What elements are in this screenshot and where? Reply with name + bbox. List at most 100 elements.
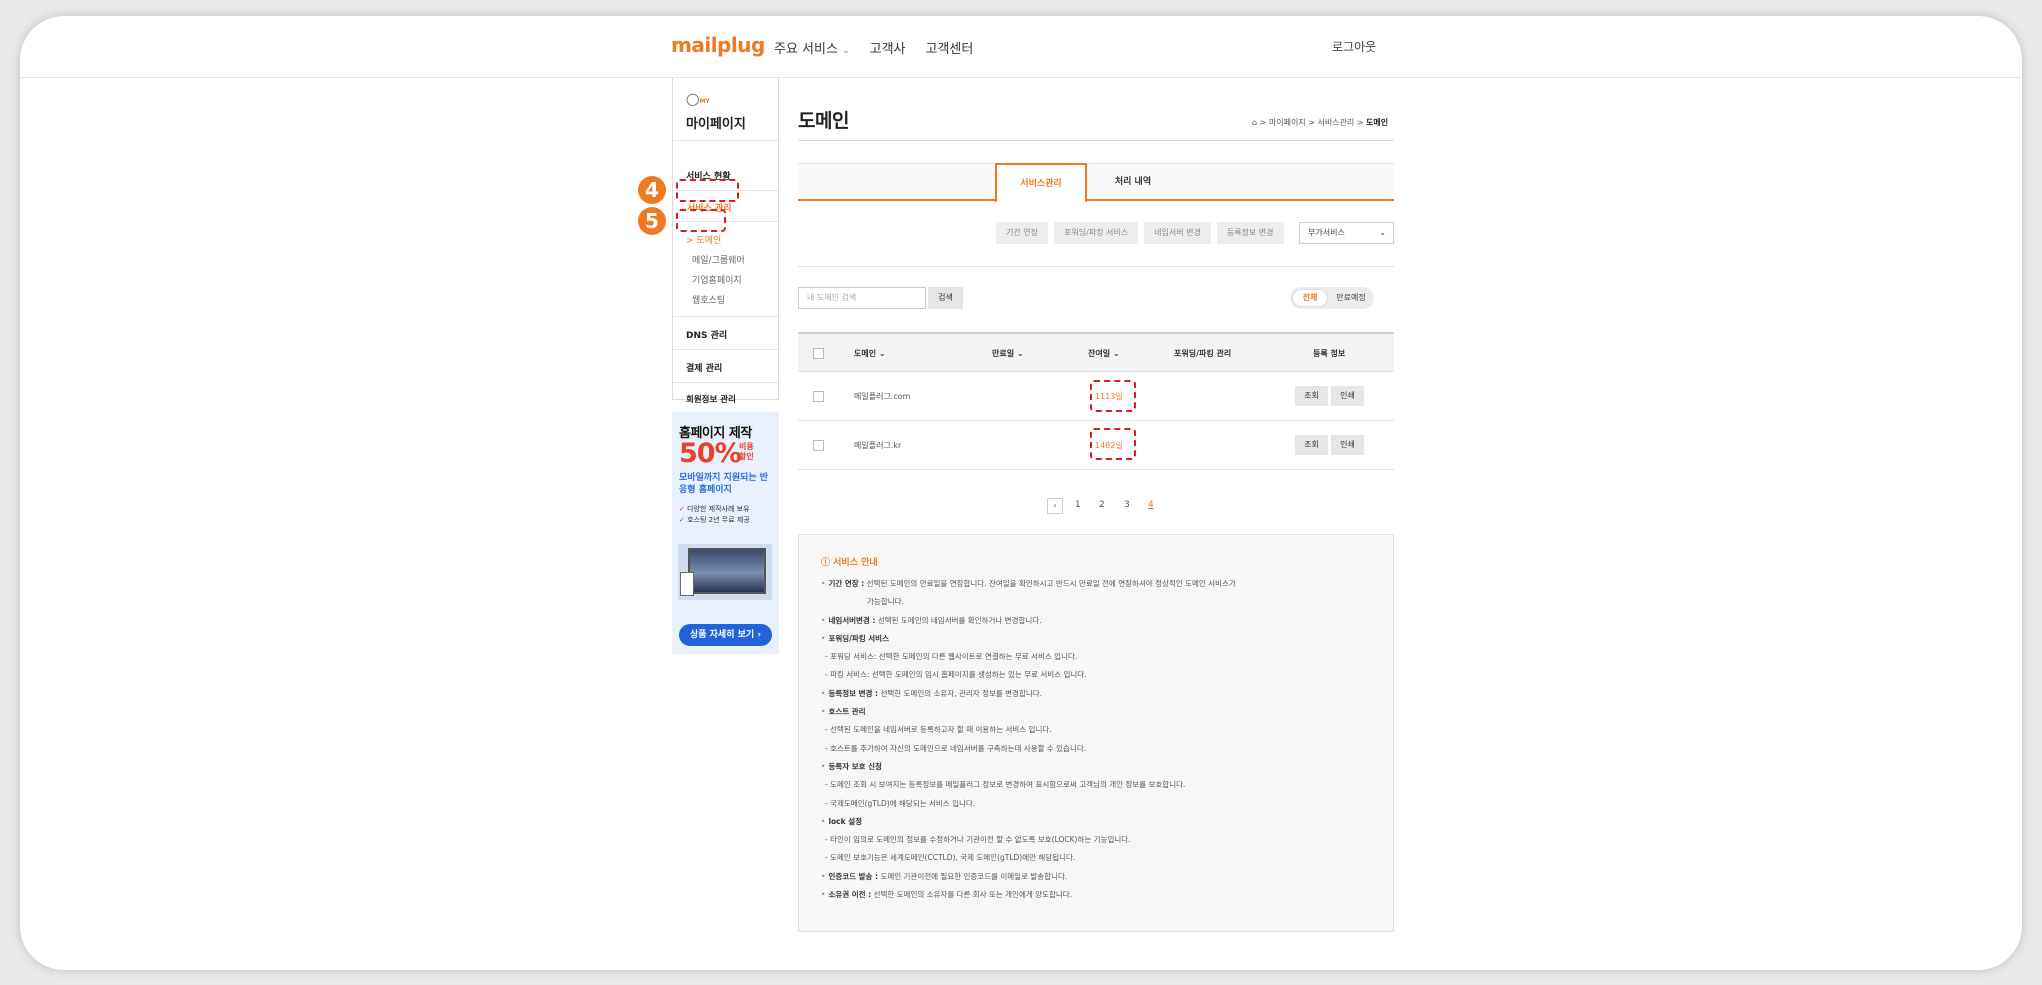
sidebar-subitem-mail-groupware[interactable]: 메일/그룹웨어: [692, 253, 745, 266]
sidebar-item-payment[interactable]: 결제 관리: [673, 361, 778, 374]
info-line: • 네임서버변경 : 선택된 도메인의 네임서버를 확인하거나 변경합니다.: [821, 612, 1381, 630]
my-label: MY: [699, 98, 710, 105]
info-line-text: - 타인이 임의로 도메인의 정보를 수정하거나 기관이전 할 수 없도록 보호…: [825, 835, 1131, 845]
filter-expiring-button[interactable]: 만료예정: [1332, 289, 1370, 307]
annotation-box-remaining-days: [1090, 428, 1136, 460]
annotation-box-service-management: [676, 179, 739, 202]
check-icon: ✓: [679, 505, 685, 513]
page-2[interactable]: 2: [1099, 500, 1105, 510]
check-icon: ✓: [679, 516, 685, 524]
mailplug-logo[interactable]: mailplug: [671, 33, 765, 57]
info-line: - 선택된 도메인을 네임서버로 등록하고자 할 때 이용하는 서비스 입니다.: [821, 721, 1381, 739]
nav-main-services[interactable]: 주요 서비스 ⌄: [774, 38, 850, 57]
nav-support-center[interactable]: 고객센터: [926, 38, 974, 57]
info-line: - 도메인 보호기능은 세계도메인(CCTLD), 국제 도메인(gTLD)에만…: [821, 849, 1381, 867]
breadcrumb: ⌂ > 마이페이지 > 서비스관리 > 도메인: [1252, 117, 1388, 128]
sidebar-item-dns[interactable]: DNS 관리: [673, 328, 778, 341]
sidebar-subitem-homepage[interactable]: 기업홈페이지: [692, 273, 742, 286]
ad-subtitle: 모바일까지 지원되는 반응형 홈페이지: [679, 473, 769, 495]
top-header: mailplug 주요 서비스 ⌄ 고객사 고객센터 로그아웃: [20, 16, 2022, 78]
info-line-label: 등록자 보호 신청: [828, 761, 882, 771]
user-icon: ◯MY: [686, 92, 710, 106]
info-line: - 파킹 서비스: 선택한 도메인의 임시 홈페이지를 생성하는 있는 무료 서…: [821, 666, 1381, 684]
nav-label: 주요 서비스: [774, 42, 838, 57]
print-button[interactable]: 인쇄: [1331, 435, 1364, 455]
page-title: 도메인: [798, 110, 849, 132]
bullet-icon: •: [821, 761, 826, 771]
col-domain[interactable]: 도메인 ⌄: [854, 348, 886, 359]
addon-service-select[interactable]: 부가서비스 ⌄: [1299, 222, 1394, 244]
domain-search-input[interactable]: 내 도메인 검색: [798, 287, 926, 309]
info-line-label: 등록정보 변경 :: [828, 688, 879, 698]
change-nameserver-button[interactable]: 네임서버 변경: [1144, 222, 1211, 244]
step-badge-4: 4: [638, 176, 666, 204]
bullet-icon: •: [821, 615, 826, 625]
ad-features: ✓ 다양한 제작사례 보유 ✓ 호스팅 2년 무료 제공: [679, 504, 750, 526]
info-line-text: - 국제도메인(gTLD)에 해당되는 서비스 입니다.: [825, 798, 976, 808]
info-line: • 소유권 이전 : 선택한 도메인의 소유자를 다른 회사 또는 개인에게 양도…: [821, 886, 1381, 904]
info-line: • 호스트 관리: [821, 703, 1381, 721]
sidebar-subitem-domain[interactable]: > 도메인: [673, 233, 778, 246]
ad-percent: 50%: [679, 438, 742, 469]
divider: [798, 140, 1394, 141]
select-all-checkbox[interactable]: [813, 348, 824, 359]
page-3[interactable]: 3: [1124, 500, 1130, 510]
info-line-text: - 포워딩 서비스: 선택한 도메인의 다른 웹사이트로 연결하는 무료 서비스…: [825, 652, 1078, 662]
info-line-label: 포워딩/파킹 서비스: [828, 633, 889, 643]
service-info-box: ⓘ 서비스 안내 • 기간 연장 : 선택된 도메인의 만료일을 연장합니다. 잔…: [798, 534, 1394, 932]
print-button[interactable]: 인쇄: [1331, 386, 1364, 406]
view-button[interactable]: 조회: [1295, 386, 1328, 406]
ad-feature: 다양한 제작사례 보유: [687, 505, 750, 513]
page-4-current[interactable]: 4: [1148, 500, 1154, 510]
bullet-icon: •: [821, 633, 826, 643]
info-line: 가능합니다.: [821, 593, 1381, 611]
tab-service-management[interactable]: 서비스관리: [995, 163, 1087, 203]
col-expire-date[interactable]: 만료일 ⌄: [992, 348, 1024, 359]
info-line-label: lock 설정: [828, 816, 863, 826]
info-line-text: - 선택된 도메인을 네임서버로 등록하고자 할 때 이용하는 서비스 입니다.: [825, 725, 1052, 735]
col-registration-info: 등록 정보: [1313, 349, 1346, 358]
row-checkbox[interactable]: [813, 440, 824, 451]
row-checkbox[interactable]: [813, 391, 824, 402]
forwarding-parking-button[interactable]: 포워딩/파킹 서비스: [1053, 222, 1139, 244]
view-button[interactable]: 조회: [1295, 435, 1328, 455]
info-line: • lock 설정: [821, 813, 1381, 831]
filter-toggle: 전체 만료예정: [1290, 287, 1374, 309]
change-registration-button[interactable]: 등록정보 변경: [1216, 222, 1284, 244]
info-line-text: 선택한 도메인의 소유자를 다른 회사 또는 개인에게 양도합니다.: [871, 890, 1073, 900]
domain-action-buttons: 기간 연장 포워딩/파킹 서비스 네임서버 변경 등록정보 변경: [996, 222, 1284, 244]
domain-name: 메일플러그.com: [854, 392, 911, 401]
info-line-text: - 호스트를 추가하여 자신의 도메인으로 네임서버를 구축하는데 사용할 수 …: [825, 743, 1087, 753]
divider: [673, 316, 778, 317]
extend-period-button[interactable]: 기간 연장: [996, 222, 1048, 244]
ad-device-image: [678, 544, 772, 600]
col-remaining-days[interactable]: 잔여일 ⌄: [1088, 348, 1120, 359]
sidebar-item-member-info[interactable]: 회원정보 관리: [673, 393, 778, 405]
sidebar-title: 마이페이지: [686, 117, 746, 132]
chevron-down-icon: ⌄: [1379, 228, 1386, 237]
search-button[interactable]: 검색: [928, 287, 963, 309]
logout-link[interactable]: 로그아웃: [1332, 38, 1376, 55]
global-nav: 주요 서비스 ⌄ 고객사 고객센터: [774, 38, 973, 57]
bullet-icon: •: [821, 871, 826, 881]
page-1[interactable]: 1: [1075, 500, 1081, 510]
info-line: • 인증코드 발송 : 도메인 기관이전에 필요한 인증코드를 이메일로 발송합니…: [821, 868, 1381, 886]
nav-customers[interactable]: 고객사: [870, 38, 906, 57]
homepage-ad-banner[interactable]: 홈페이지 제작 50% 비용 할인 모바일까지 지원되는 반응형 홈페이지 ✓ …: [672, 412, 779, 654]
sidebar-subitem-webhosting[interactable]: 웹호스팅: [692, 293, 725, 306]
info-line-label: 기간 연장 :: [828, 579, 865, 588]
info-line-text: - 도메인 보호기능은 세계도메인(CCTLD), 국제 도메인(gTLD)에만…: [825, 853, 1076, 863]
domain-name: 메일플러그.kr: [854, 441, 902, 450]
divider: [673, 349, 778, 350]
mypage-sidebar: ◯MY 마이페이지 서비스 현황 서비스 관리 > 도메인 메일/그룹웨어 기업…: [672, 78, 779, 405]
info-line: - 도메인 조회 시 보여지는 등록정보를 메일플러그 정보로 변경하여 표시함…: [821, 776, 1381, 794]
breadcrumb-path[interactable]: ⌂ > 마이페이지 > 서비스관리 >: [1252, 118, 1366, 127]
divider: [798, 266, 1394, 267]
info-line: - 국제도메인(gTLD)에 해당되는 서비스 입니다.: [821, 795, 1381, 813]
pagination-prev-button[interactable]: ‹: [1047, 498, 1063, 514]
ad-detail-button[interactable]: 상품 자세히 보기 ›: [679, 624, 772, 646]
tab-history[interactable]: 처리 내역: [1087, 163, 1179, 203]
info-line-label: 네임서버변경 :: [828, 615, 876, 625]
bullet-icon: •: [821, 579, 826, 588]
filter-all-button[interactable]: 전체: [1292, 289, 1328, 307]
